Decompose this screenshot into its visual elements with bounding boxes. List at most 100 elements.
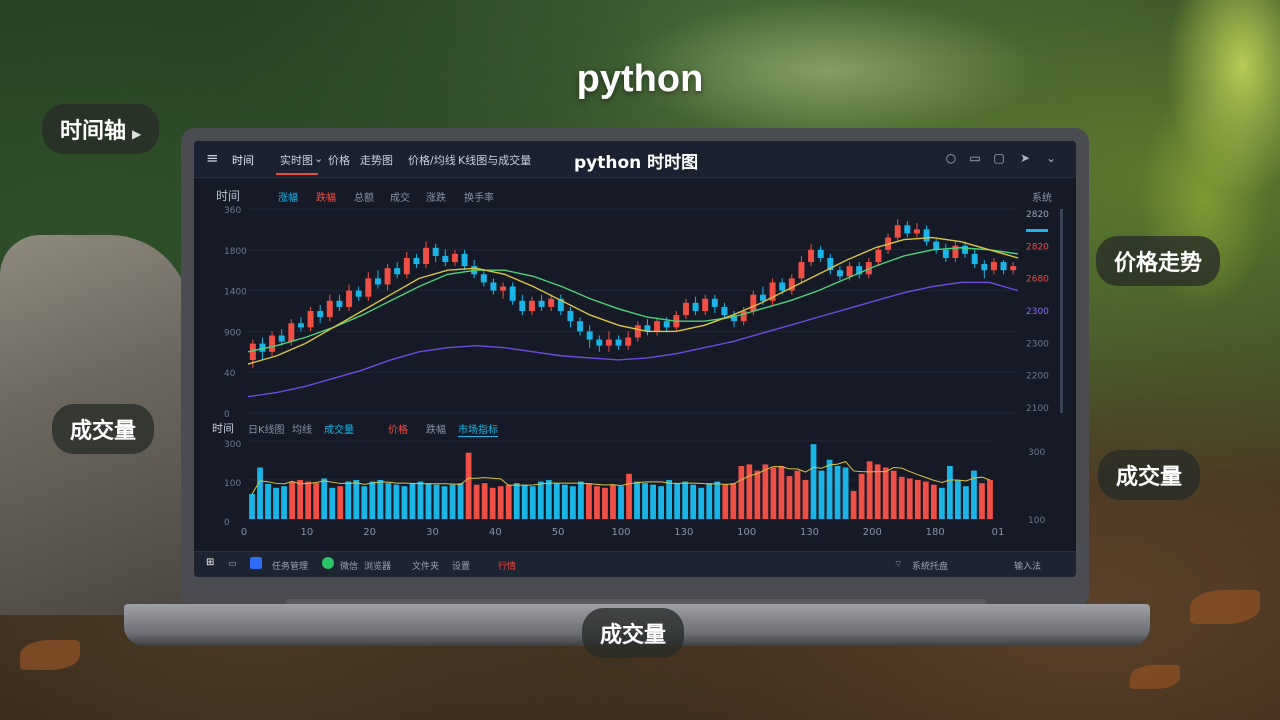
candle-body — [846, 266, 853, 277]
price-y-tick: 1400 — [224, 288, 247, 298]
taskbar-item-settings[interactable]: 设置 — [452, 559, 470, 572]
volume-bar — [569, 486, 576, 519]
volume-bar — [497, 486, 504, 519]
candle-body — [702, 298, 709, 311]
taskbar-item-folder[interactable]: 文件夹 — [412, 559, 439, 572]
candle-body — [355, 290, 362, 297]
volume-bar — [963, 486, 969, 519]
volume-bar — [898, 476, 905, 519]
candle-body — [538, 300, 545, 307]
candle-body — [269, 335, 276, 352]
volume-bar — [826, 459, 833, 519]
candle-body — [346, 290, 353, 307]
candle-body — [490, 282, 497, 291]
volume-bar — [666, 480, 673, 519]
taskbar-app-icon[interactable] — [250, 557, 262, 569]
volume-bar — [906, 478, 913, 519]
candle-body — [923, 229, 930, 242]
candle-body — [500, 286, 507, 291]
tag-volume-bottom-text: 成交量 — [600, 623, 667, 648]
candle-body — [297, 323, 304, 328]
volume-bar — [866, 461, 873, 519]
candle-body — [307, 311, 314, 328]
candle-body — [1010, 266, 1017, 271]
wifi-icon[interactable]: ⌔ — [894, 559, 902, 570]
candle-body — [654, 321, 661, 332]
volume-bar — [682, 481, 689, 519]
candle-body — [711, 298, 718, 307]
taskbar-search-icon[interactable]: ▭ — [228, 559, 237, 569]
taskbar-item-task-manager[interactable]: 任务管理 — [272, 559, 308, 572]
candle-body — [548, 298, 555, 307]
taskbar-item-wechat[interactable]: 微信 — [340, 559, 358, 572]
volume-bar — [818, 470, 825, 519]
wechat-icon[interactable] — [322, 557, 334, 569]
candle-body — [509, 286, 516, 301]
volume-right-tick: 100 — [1028, 516, 1045, 526]
price-y-tick: 1800 — [224, 247, 247, 257]
volume-bar — [850, 490, 857, 519]
taskbar-tray[interactable]: 系统托盘 — [912, 559, 948, 572]
volume-bar — [979, 483, 985, 519]
volume-bar — [786, 476, 793, 519]
candle-body — [836, 270, 843, 277]
volume-bar — [369, 481, 376, 519]
volume-bar — [553, 483, 560, 519]
fallen-leaf — [20, 640, 80, 670]
volume-bar — [810, 444, 817, 519]
volume-bar — [955, 480, 961, 519]
tag-volume-right: 成交量 — [1098, 450, 1201, 500]
candle-body — [962, 245, 969, 254]
candle-body — [894, 225, 901, 238]
volume-bar — [489, 487, 496, 519]
taskbar-ime[interactable]: 输入法 — [1014, 559, 1041, 572]
volume-bar — [890, 470, 897, 519]
candle-body — [288, 323, 295, 342]
windows-start-icon[interactable]: ⊞ — [206, 558, 216, 568]
volume-bar — [754, 470, 761, 519]
volume-x-tick: 01 — [992, 527, 1005, 538]
volume-bar — [561, 484, 568, 519]
ma-green-line — [247, 247, 1019, 353]
volume-bar — [770, 467, 777, 519]
volume-bar — [722, 484, 729, 519]
candle-body — [798, 262, 805, 279]
fallen-leaf — [1130, 665, 1180, 689]
price-right-tick: 2300 — [1026, 339, 1049, 349]
volume-bar — [481, 483, 488, 519]
volume-bar — [914, 480, 921, 519]
candle-body — [759, 294, 766, 301]
volume-bar — [602, 487, 608, 519]
volume-bar — [650, 484, 656, 519]
volume-bar — [802, 480, 809, 519]
volume-x-tick: 20 — [363, 527, 376, 538]
volume-y-tick: 0 — [224, 518, 230, 528]
volume-bar — [987, 480, 993, 519]
volume-x-tick: 200 — [863, 527, 882, 538]
volume-bar — [353, 480, 360, 519]
taskbar: ⊞ ▭ 任务管理 微信 浏览器 文件夹 设置 行情 ⌔ 系统托盘 输入法 — [194, 551, 1076, 577]
candle-body — [942, 249, 949, 258]
candle-body — [461, 253, 468, 267]
candle-body — [394, 268, 401, 275]
volume-bar — [930, 484, 937, 519]
candle-body — [336, 300, 343, 307]
volume-x-tick: 10 — [300, 527, 313, 538]
volume-bar — [922, 481, 929, 519]
volume-x-tick: 40 — [489, 527, 502, 538]
volume-bar — [834, 465, 841, 519]
volume-bar — [594, 486, 600, 519]
volume-bar — [537, 481, 544, 519]
taskbar-item-browser[interactable]: 浏览器 — [364, 559, 391, 572]
tag-volume-right-text: 成交量 — [1116, 465, 1183, 490]
candle-body — [586, 331, 593, 340]
candle-body — [278, 335, 285, 342]
volume-bar — [610, 484, 616, 519]
arrow-right-icon: ▶ — [132, 127, 142, 141]
candle-body — [451, 253, 458, 263]
taskbar-item-market[interactable]: 行情 — [498, 559, 516, 572]
volume-bar — [529, 486, 536, 519]
candle-body — [913, 229, 920, 234]
volume-bar — [586, 483, 592, 519]
volume-bar — [938, 487, 945, 519]
